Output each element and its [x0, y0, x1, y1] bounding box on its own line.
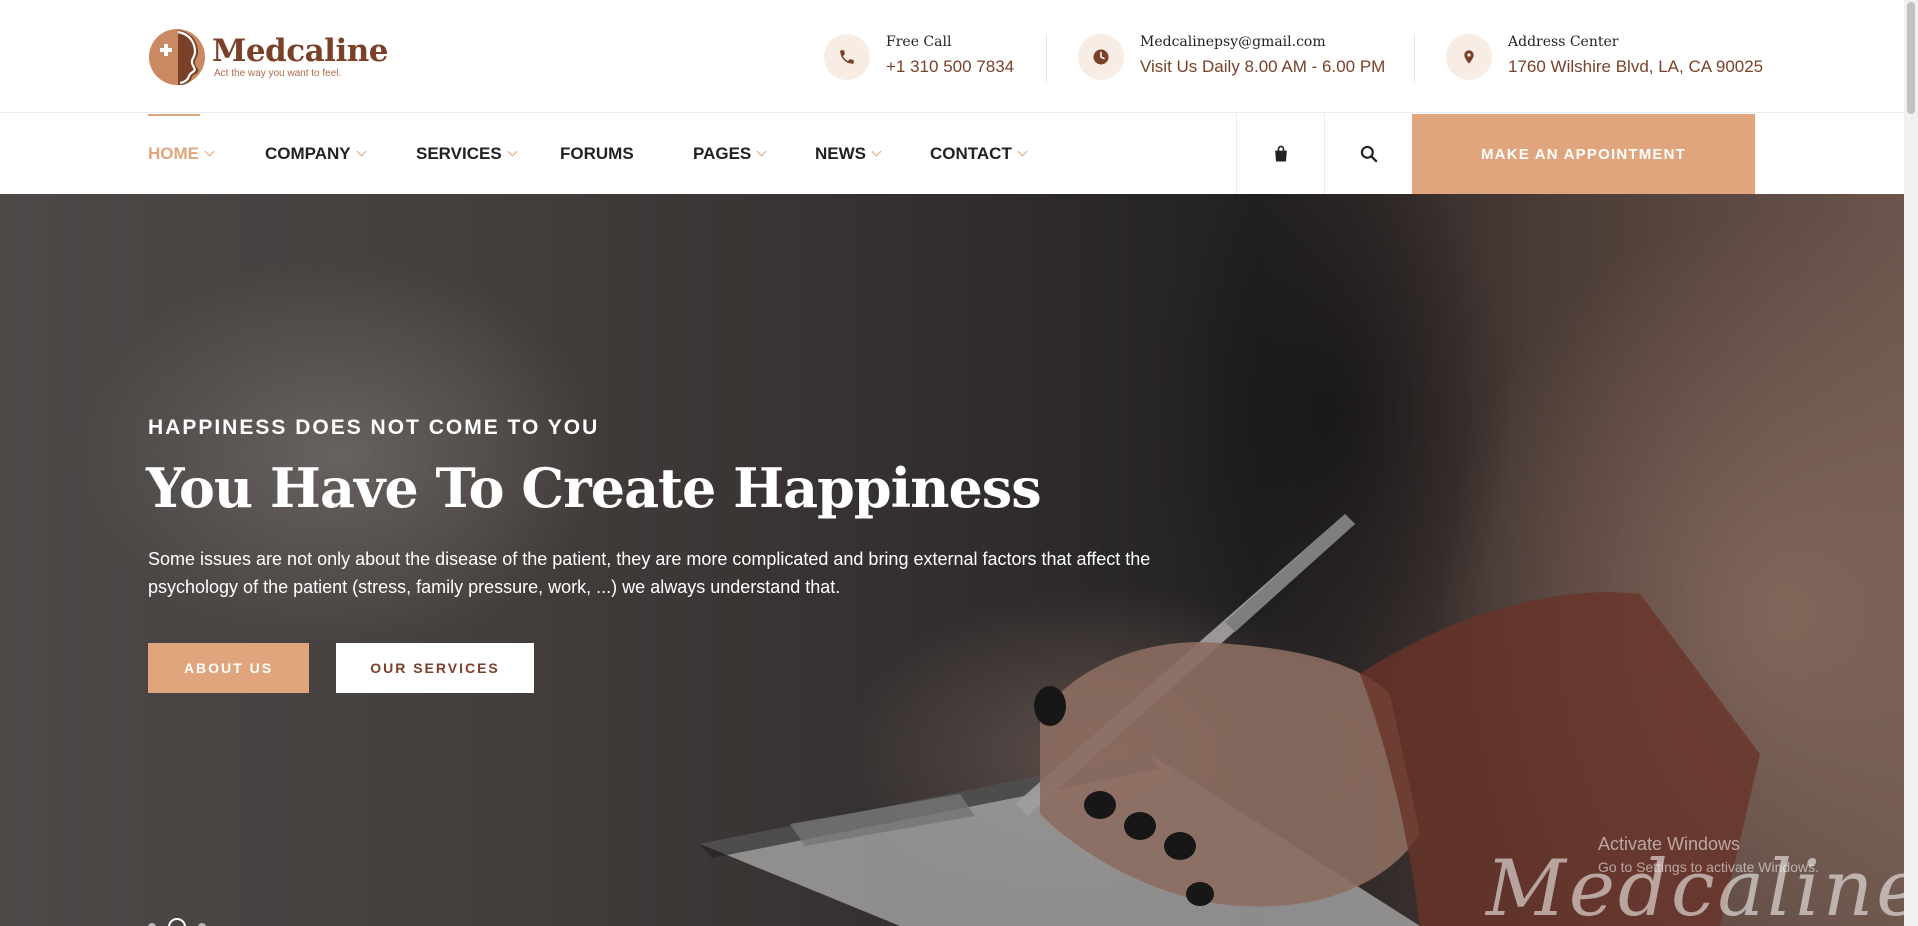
scrollbar-thumb[interactable]	[1907, 2, 1915, 114]
nav-pages[interactable]: PAGES	[693, 114, 815, 194]
divider	[1046, 34, 1047, 82]
chevron-down-icon	[356, 146, 367, 157]
logo-tagline: Act the way you want to feel.	[214, 68, 342, 79]
contact-address[interactable]: Address Center 1760 Wilshire Blvd, LA, C…	[1446, 30, 1763, 84]
hero-title: You Have To Create Happiness	[146, 456, 1042, 520]
page-scrollbar[interactable]	[1904, 0, 1918, 926]
logo-head-icon	[148, 28, 206, 86]
chevron-down-icon	[756, 146, 767, 157]
hero-description: Some issues are not only about the disea…	[148, 549, 1151, 597]
site-logo[interactable]: Medcaline Act the way you want to feel.	[148, 26, 389, 88]
chevron-down-icon	[507, 146, 518, 157]
nav-pages-label: PAGES	[693, 144, 752, 163]
chevron-down-icon	[204, 146, 215, 157]
our-services-button[interactable]: OUR SERVICES	[336, 643, 534, 693]
contact-address-value: 1760 Wilshire Blvd, LA, CA 90025	[1508, 57, 1764, 76]
os-activation-watermark: Activate Windows Go to Settings to activ…	[1598, 834, 1819, 875]
slider-dots	[148, 918, 206, 926]
nav-services[interactable]: SERVICES	[416, 114, 560, 194]
logo-name: Medcaline	[212, 33, 389, 69]
nav-tools	[1236, 114, 1412, 194]
nav-news-label: NEWS	[815, 144, 866, 163]
contact-hours[interactable]: Medcalinepsy@gmail.com Visit Us Daily 8.…	[1078, 30, 1385, 84]
watermark-line-2: Go to Settings to activate Windows.	[1598, 859, 1819, 875]
nav-forums-label: FORUMS	[560, 144, 634, 163]
nav-company[interactable]: COMPANY	[265, 114, 416, 194]
make-appointment-button[interactable]: MAKE AN APPOINTMENT	[1412, 114, 1755, 194]
nav-contact-label: CONTACT	[930, 144, 1012, 163]
search-icon	[1360, 145, 1377, 163]
nav-news[interactable]: NEWS	[815, 114, 930, 194]
nav-forums[interactable]: FORUMS	[560, 114, 693, 194]
hero-subtitle: HAPPINESS DOES NOT COME TO YOU	[148, 416, 600, 439]
nav-home-label: HOME	[148, 144, 199, 163]
watermark-line-1: Activate Windows	[1598, 834, 1741, 854]
divider	[1414, 34, 1415, 82]
cart-button[interactable]	[1236, 114, 1324, 194]
top-header: Medcaline Act the way you want to feel. …	[0, 0, 1904, 113]
contact-call-value: +1 310 500 7834	[886, 57, 1015, 76]
nav-services-label: SERVICES	[416, 144, 502, 163]
contact-call-label: Free Call	[886, 34, 952, 50]
location-icon	[1446, 34, 1492, 80]
nav-home[interactable]: HOME	[148, 114, 265, 194]
nav-company-label: COMPANY	[265, 144, 351, 163]
contact-email-label: Medcalinepsy@gmail.com	[1140, 34, 1326, 50]
chevron-down-icon	[871, 146, 882, 157]
hero-slider: HAPPINESS DOES NOT COME TO YOU You Have …	[0, 194, 1904, 926]
slider-dot-active[interactable]	[168, 918, 186, 926]
search-button[interactable]	[1324, 114, 1412, 194]
chevron-down-icon	[1017, 146, 1028, 157]
contact-hours-value: Visit Us Daily 8.00 AM - 6.00 PM	[1140, 57, 1386, 76]
contact-address-label: Address Center	[1508, 34, 1619, 50]
contact-call[interactable]: Free Call +1 310 500 7834	[824, 30, 1014, 84]
phone-icon	[824, 34, 870, 80]
cart-icon	[1274, 145, 1287, 162]
nav-contact[interactable]: CONTACT	[930, 114, 1050, 194]
main-menu: HOME COMPANY SERVICES FORUMS PAGES NEWS …	[148, 114, 1050, 194]
clock-icon	[1078, 34, 1124, 80]
about-us-button[interactable]: ABOUT US	[148, 643, 309, 693]
